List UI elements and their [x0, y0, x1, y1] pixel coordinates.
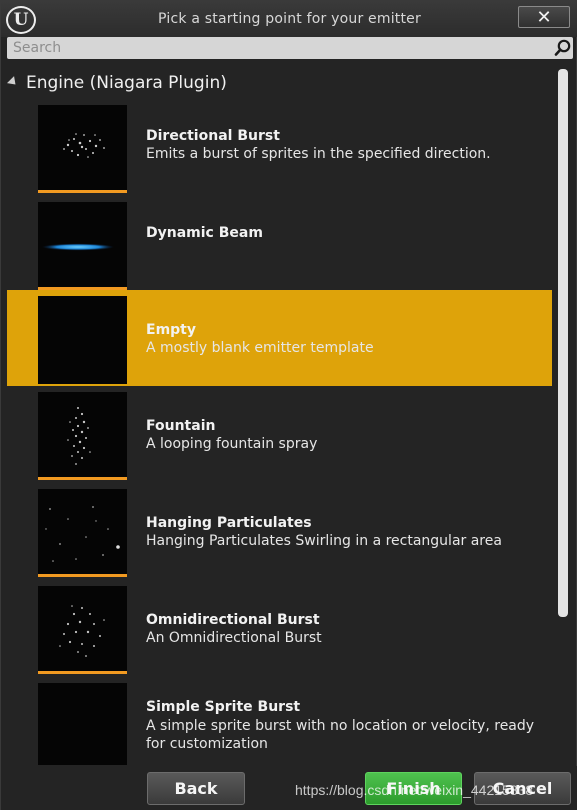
item-name: Empty: [146, 322, 196, 338]
thumbnail-accent-bar: [38, 190, 127, 193]
item-description: A mostly blank emitter template: [146, 340, 374, 356]
emitter-item-directional-burst[interactable]: Directional Burst Emits a burst of sprit…: [7, 99, 552, 195]
particle-preview-icon: [63, 133, 105, 158]
category-header[interactable]: Engine (Niagara Plugin): [7, 71, 547, 95]
thumbnail-accent-bar: [38, 671, 127, 674]
close-icon: ✕: [536, 6, 552, 28]
thumbnail: [38, 296, 127, 384]
beam-preview-icon: [42, 243, 114, 251]
dialog-title: Pick a starting point for your emitter: [158, 11, 421, 27]
item-name: Directional Burst: [146, 128, 280, 144]
thumbnail: [38, 202, 127, 290]
particle-preview-icon: [67, 407, 91, 465]
item-description: Emits a burst of sprites in the specifie…: [146, 146, 491, 162]
item-name: Omnidirectional Burst: [146, 612, 320, 628]
search-box: [7, 37, 573, 59]
item-name: Dynamic Beam: [146, 225, 263, 241]
emitter-item-simple-sprite-burst[interactable]: Simple Sprite Burst A simple sprite burs…: [7, 677, 552, 765]
emitter-item-omnidirectional-burst[interactable]: Omnidirectional Burst An Omnidirectional…: [7, 580, 552, 676]
close-button[interactable]: ✕: [518, 6, 570, 28]
emitter-list: Engine (Niagara Plugin) Directional Burs…: [7, 65, 555, 765]
item-description: A simple sprite burst with no location o…: [146, 718, 535, 752]
thumbnail: [38, 105, 127, 193]
list-scrollbar[interactable]: [558, 67, 568, 766]
back-button[interactable]: Back: [147, 772, 245, 805]
emitter-item-dynamic-beam[interactable]: Dynamic Beam: [7, 196, 552, 292]
search-input[interactable]: [7, 37, 547, 59]
scrollbar-thumb[interactable]: [558, 69, 568, 617]
item-name: Simple Sprite Burst: [146, 699, 301, 715]
title-bar[interactable]: U Pick a starting point for your emitter…: [1, 1, 577, 37]
expand-arrow-icon[interactable]: [7, 75, 20, 88]
thumbnail-accent-bar: [38, 477, 127, 480]
emitter-item-empty[interactable]: Empty A mostly blank emitter template: [7, 290, 552, 386]
thumbnail-accent-bar: [38, 574, 127, 577]
emitter-item-fountain[interactable]: Fountain A looping fountain spray: [7, 386, 552, 482]
search-icon[interactable]: [554, 39, 572, 57]
watermark: https://blog.csdn.net/weixin_44215838: [295, 782, 534, 798]
item-description: Hanging Particulates Swirling in a recta…: [146, 533, 502, 549]
thumbnail: [38, 392, 127, 480]
item-description: A looping fountain spray: [146, 436, 318, 452]
thumbnail: [38, 489, 127, 577]
item-description: An Omnidirectional Burst: [146, 630, 322, 646]
thumbnail: [38, 586, 127, 674]
emitter-item-hanging-particulates[interactable]: Hanging Particulates Hanging Particulate…: [7, 483, 552, 579]
particle-preview-icon: [45, 506, 120, 562]
emitter-picker-dialog: U Pick a starting point for your emitter…: [0, 0, 577, 810]
particle-preview-icon: [59, 605, 105, 657]
category-label: Engine (Niagara Plugin): [26, 73, 227, 93]
thumbnail: [38, 683, 127, 765]
item-name: Fountain: [146, 418, 216, 434]
item-name: Hanging Particulates: [146, 515, 312, 531]
